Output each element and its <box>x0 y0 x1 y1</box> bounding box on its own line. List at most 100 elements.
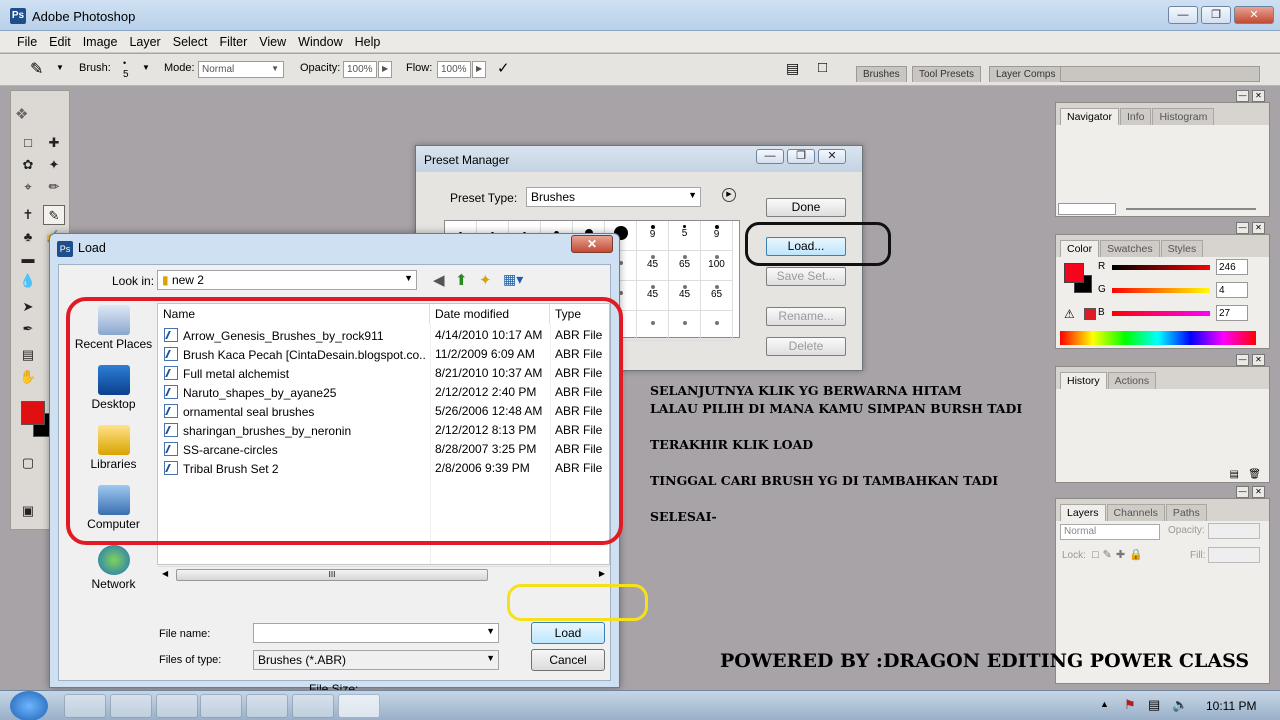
brush-preset-cell[interactable] <box>637 311 669 341</box>
tab-styles[interactable]: Styles <box>1160 240 1204 257</box>
view-menu-icon[interactable]: ▦▾ <box>503 271 523 288</box>
scroll-right-icon[interactable]: ▶ <box>599 569 605 578</box>
taskbar-firefox-icon[interactable] <box>292 694 334 718</box>
tab-color[interactable]: Color <box>1060 240 1100 257</box>
back-arrow-icon[interactable]: ◀ <box>433 271 445 289</box>
eraser-tool-icon[interactable]: ▬ <box>17 249 39 269</box>
preset-minimize-button[interactable]: — <box>756 149 784 164</box>
show-hidden-icons-icon[interactable]: ▲ <box>1100 699 1109 709</box>
magic-wand-tool-icon[interactable]: ✦ <box>43 155 65 175</box>
brush-preset-cell[interactable]: 9 <box>701 221 733 251</box>
new-snapshot-icon[interactable]: ▤ <box>1230 469 1239 480</box>
brush-preset-cell[interactable]: 5 <box>669 221 701 251</box>
pen-tool-icon[interactable]: ✒ <box>17 319 39 339</box>
panel-close-icon[interactable]: ✕ <box>1252 486 1265 498</box>
preset-close-button[interactable]: ✕ <box>818 149 846 164</box>
healing-brush-tool-icon[interactable]: ✝ <box>17 205 39 225</box>
tab-histogram[interactable]: Histogram <box>1152 108 1215 125</box>
tab-brushes[interactable]: Brushes <box>856 66 907 82</box>
standard-mode-icon[interactable]: ▢ <box>17 453 39 473</box>
minimize-button[interactable]: — <box>1168 6 1198 24</box>
tab-tool-presets[interactable]: Tool Presets <box>912 66 982 82</box>
out-of-gamut-warning-icon[interactable]: ⚠ <box>1064 307 1075 321</box>
menu-help[interactable]: Help <box>349 31 387 52</box>
brush-tool-selected-icon[interactable]: ✎ <box>43 205 65 225</box>
restore-button[interactable]: ❐ <box>1201 6 1231 24</box>
flow-input[interactable]: 100% <box>437 61 471 78</box>
preset-menu-arrow-icon[interactable]: ▶ <box>722 188 736 202</box>
up-folder-icon[interactable]: ⬆ <box>455 271 468 289</box>
menu-window[interactable]: Window <box>292 31 348 52</box>
zoom-slider[interactable] <box>1126 208 1256 210</box>
crop-tool-icon[interactable]: ⌖ <box>17 177 39 197</box>
tab-history[interactable]: History <box>1060 372 1107 389</box>
opacity-slider-arrow-icon[interactable]: ▶ <box>378 61 392 78</box>
load-close-button[interactable]: ✕ <box>571 235 613 253</box>
r-input[interactable]: 246 <box>1216 259 1248 275</box>
look-in-select[interactable]: ▮ new 2 ▼ <box>157 270 417 290</box>
blur-tool-icon[interactable]: 💧 <box>17 271 39 291</box>
menu-file[interactable]: File <box>11 31 43 52</box>
b-input[interactable]: 27 <box>1216 305 1248 321</box>
lock-icons[interactable]: □✎✚🔒 <box>1092 548 1147 561</box>
delete-button[interactable]: Delete <box>766 337 846 356</box>
brush-preset-cell[interactable]: 65 <box>701 281 733 311</box>
action-center-icon[interactable]: ⚑ <box>1124 697 1136 713</box>
move-tool-icon[interactable]: ✚ <box>43 133 65 153</box>
clock[interactable]: 10:11 PM <box>1206 699 1256 713</box>
clone-stamp-tool-icon[interactable]: ♣ <box>17 227 39 247</box>
notes-tool-icon[interactable]: ▤ <box>17 345 39 365</box>
flow-slider-arrow-icon[interactable]: ▶ <box>472 61 486 78</box>
gamut-color-swatch[interactable] <box>1084 308 1096 320</box>
brush-preset-cell[interactable]: 9 <box>637 221 669 251</box>
brush-picker-dropdown-icon[interactable]: ▼ <box>142 63 150 72</box>
taskbar-notepad-icon[interactable] <box>246 694 288 718</box>
tab-swatches[interactable]: Swatches <box>1100 240 1160 257</box>
g-slider[interactable] <box>1112 288 1210 293</box>
taskbar-media-player-icon[interactable] <box>156 694 198 718</box>
close-button[interactable]: ✕ <box>1234 6 1274 24</box>
taskbar-ie-icon[interactable] <box>110 694 152 718</box>
brush-preset-cell[interactable] <box>669 311 701 341</box>
g-input[interactable]: 4 <box>1216 282 1248 298</box>
tab-navigator[interactable]: Navigator <box>1060 108 1119 125</box>
screen-mode-icon[interactable]: ▣ <box>17 501 39 521</box>
menu-image[interactable]: Image <box>77 31 124 52</box>
menu-select[interactable]: Select <box>167 31 214 52</box>
layers-opacity-input[interactable] <box>1208 523 1260 539</box>
brush-preset-cell[interactable]: 100 <box>701 251 733 281</box>
mode-select[interactable]: Normal ▼ <box>198 61 284 78</box>
fill-input[interactable] <box>1208 547 1260 563</box>
airbrush-icon[interactable]: ✓ <box>497 59 510 77</box>
brush-preset-cell[interactable] <box>701 311 733 341</box>
taskbar-app-icon[interactable] <box>200 694 242 718</box>
scroll-thumb[interactable]: III <box>176 569 488 581</box>
trash-icon[interactable]: 🗑 <box>1248 469 1261 480</box>
tab-info[interactable]: Info <box>1119 108 1152 125</box>
lasso-tool-icon[interactable]: ✿ <box>17 155 39 175</box>
menu-edit[interactable]: Edit <box>43 31 77 52</box>
menu-layer[interactable]: Layer <box>123 31 166 52</box>
panel-close-icon[interactable]: ✕ <box>1252 354 1265 366</box>
save-set-button[interactable]: Save Set... <box>766 267 846 286</box>
panel-minimize-icon[interactable]: — <box>1236 354 1249 366</box>
done-button[interactable]: Done <box>766 198 846 217</box>
files-of-type-select[interactable]: Brushes (*.ABR) ▼ <box>253 650 499 670</box>
palette-options-icon[interactable]: ▤ <box>786 60 799 77</box>
color-fg-swatch[interactable] <box>1064 263 1084 283</box>
menu-filter[interactable]: Filter <box>213 31 253 52</box>
menu-view[interactable]: View <box>253 31 292 52</box>
tab-channels[interactable]: Channels <box>1106 504 1165 521</box>
panel-close-icon[interactable]: ✕ <box>1252 222 1265 234</box>
preset-type-select[interactable]: Brushes ▼ <box>526 187 701 207</box>
brush-preset-cell[interactable]: 45 <box>669 281 701 311</box>
tab-actions[interactable]: Actions <box>1107 372 1157 389</box>
cancel-button[interactable]: Cancel <box>531 649 605 671</box>
r-slider[interactable] <box>1112 265 1210 270</box>
network-status-icon[interactable]: ▤ <box>1148 697 1160 713</box>
preset-maximize-button[interactable]: ❐ <box>787 149 815 164</box>
tab-paths[interactable]: Paths <box>1165 504 1207 521</box>
color-ramp[interactable] <box>1060 331 1256 345</box>
taskbar-photoshop-icon[interactable] <box>338 694 380 718</box>
brush-preset-cell[interactable]: 45 <box>637 251 669 281</box>
